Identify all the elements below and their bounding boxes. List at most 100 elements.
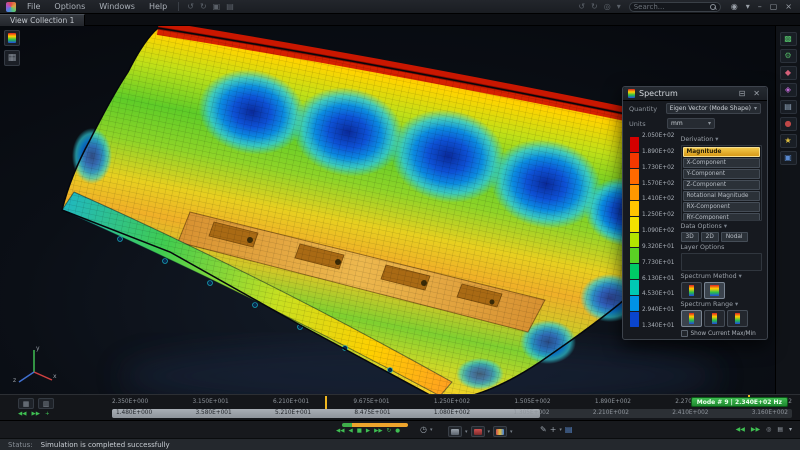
clock-icon[interactable]: ◷ <box>420 426 427 434</box>
next-mode-button[interactable]: ▶▶ <box>31 412 39 418</box>
undo-icon[interactable]: ↺ <box>187 2 194 11</box>
search-input[interactable]: Search... <box>629 2 721 12</box>
results-sphere-icon[interactable]: ● <box>780 117 797 131</box>
spectrum-range-custom-button[interactable] <box>727 310 748 327</box>
material-icon[interactable]: ◆ <box>780 66 797 80</box>
panel-pin-button[interactable]: ⊟ <box>737 89 748 98</box>
viewport-3d[interactable]: ▦ ▩⚙◆◈▤●★▣ y x z Spectrum ⊟ ✕ Quantity <box>0 26 800 394</box>
loop-button[interactable]: ↻ <box>387 429 392 435</box>
sync-icon[interactable]: ↻ <box>591 2 598 11</box>
tab-label: View Collection 1 <box>10 16 74 25</box>
target-icon[interactable]: ◎ <box>766 427 771 433</box>
list-view-icon[interactable]: ▥ <box>38 398 54 409</box>
layer-options-header[interactable]: Layer Options <box>681 244 763 251</box>
derivation-option[interactable]: RY-Component <box>683 213 761 221</box>
highlight-star-icon[interactable]: ★ <box>780 134 797 148</box>
add-icon[interactable]: + <box>550 426 557 434</box>
tick-label: 5.210E+001 <box>275 410 311 416</box>
minimize-button[interactable]: – <box>756 2 764 11</box>
tick-label: 1.890E+002 <box>595 399 631 405</box>
derivation-option[interactable]: Rotational Magnitude <box>683 191 761 201</box>
window-controls: ◉ ▾–▢× <box>729 2 794 11</box>
quantity-select[interactable]: Eigen Vector (Mode Shape) ▾ <box>666 103 761 114</box>
mini-colorbar-icon <box>712 313 717 324</box>
play-button[interactable]: ▶ <box>366 429 370 435</box>
derivation-option[interactable]: Y-Component <box>683 169 761 179</box>
add-marker-button[interactable]: + <box>45 412 50 418</box>
step-back-button[interactable]: ◀ <box>348 429 352 435</box>
data-option-button[interactable]: 2D <box>701 232 719 242</box>
sync-back-icon[interactable]: ↺ <box>578 2 585 11</box>
user-menu-icon[interactable]: ◉ <box>729 2 740 11</box>
data-option-button[interactable]: 3D <box>681 232 699 242</box>
data-options-header[interactable]: Data Options ▾ <box>681 223 763 230</box>
menu-options[interactable]: Options <box>51 2 88 11</box>
spectrum-range-fixed-button[interactable] <box>704 310 725 327</box>
spectrum-panel-header[interactable]: Spectrum ⊟ ✕ <box>623 87 767 101</box>
animation-progress-bar[interactable] <box>342 423 408 427</box>
derivation-option[interactable]: Z-Component <box>683 180 761 190</box>
keyboard-icon[interactable]: ▤ <box>565 426 573 434</box>
more-caret-icon[interactable]: ▾ <box>789 427 792 433</box>
app-logo-icon <box>6 2 16 12</box>
camera-view-icon[interactable]: ▣ <box>780 151 797 165</box>
restore-button[interactable]: ▢ <box>768 2 780 11</box>
jump-start-button[interactable]: ◀◀ <box>336 429 344 435</box>
timeline-scrubber[interactable]: 1.480E+0003.580E+0015.210E+0018.475E+001… <box>112 409 792 418</box>
grid-view-button[interactable]: ▦ <box>4 50 20 66</box>
spectrum-toggle-button[interactable] <box>4 30 20 46</box>
chevron-down-icon[interactable]: ▾ <box>488 429 491 435</box>
layout-icon[interactable]: ▤ <box>226 2 234 11</box>
derivation-option[interactable]: RX-Component <box>683 202 761 212</box>
panel-close-button[interactable]: ✕ <box>751 89 762 98</box>
menu-file[interactable]: File <box>24 2 43 11</box>
wireframe-display-button[interactable] <box>448 426 462 437</box>
stop-button[interactable]: ■ <box>357 429 362 435</box>
spectrum-range-header[interactable]: Spectrum Range ▾ <box>681 301 763 308</box>
mini-colorbar-icon <box>735 313 740 324</box>
chevron-down-icon[interactable]: ▾ <box>430 427 433 433</box>
panel-title: Spectrum <box>639 89 733 98</box>
playhead-marker[interactable] <box>325 396 327 409</box>
step-forward-button[interactable]: ▶▶ <box>374 429 382 435</box>
next-result-button[interactable]: ▶▶ <box>751 427 760 433</box>
table-view-icon[interactable]: ▦ <box>18 398 34 409</box>
dropdown-caret-icon[interactable]: ▾ <box>744 2 752 11</box>
display-mode-cluster: ▾ ▾ ▾ <box>448 426 513 437</box>
pencil-icon[interactable]: ✎ <box>540 426 547 434</box>
connections-icon[interactable]: ◈ <box>780 83 797 97</box>
spectrum-method-smooth-button[interactable] <box>681 282 702 299</box>
derivation-header[interactable]: Derivation ▾ <box>681 136 763 143</box>
settings-gear-icon[interactable]: ⚙ <box>780 49 797 63</box>
chevron-down-icon[interactable]: ▾ <box>465 429 468 435</box>
colorbar-label: 1.730E+02 <box>642 166 675 172</box>
record-button[interactable]: ● <box>395 429 400 435</box>
data-option-button[interactable]: Nodal <box>721 232 748 242</box>
mesh-cube-icon[interactable]: ▩ <box>780 32 797 46</box>
more-caret-icon[interactable]: ▾ <box>617 2 621 11</box>
menu-windows[interactable]: Windows <box>96 2 138 11</box>
annotation-cluster: ✎ + ▾ ▤ <box>540 426 572 434</box>
spectrum-method-banded-button[interactable] <box>704 282 725 299</box>
tab-view-collection[interactable]: View Collection 1 <box>0 14 85 26</box>
prev-result-button[interactable]: ◀◀ <box>736 427 745 433</box>
chevron-down-icon[interactable]: ▾ <box>559 427 562 433</box>
panel-toggle-icon[interactable]: ▤ <box>777 427 783 433</box>
close-button[interactable]: × <box>783 2 794 11</box>
derivation-option[interactable]: X-Component <box>683 158 761 168</box>
spectrum-range-auto-button[interactable] <box>681 310 702 327</box>
tick-label: 2.210E+002 <box>593 410 629 416</box>
prev-mode-button[interactable]: ◀◀ <box>18 412 26 418</box>
display-monitor-icon[interactable]: ▤ <box>780 100 797 114</box>
contour-display-button[interactable] <box>471 426 485 437</box>
units-select[interactable]: mm ▾ <box>667 118 715 129</box>
spectrum-method-header[interactable]: Spectrum Method ▾ <box>681 273 763 280</box>
show-current-max-min-checkbox[interactable] <box>681 330 688 337</box>
menu-help[interactable]: Help <box>146 2 170 11</box>
target-icon[interactable]: ◎ <box>604 2 611 11</box>
redo-icon[interactable]: ↻ <box>200 2 207 11</box>
chevron-down-icon[interactable]: ▾ <box>510 429 513 435</box>
derivation-option[interactable]: Magnitude <box>683 147 761 157</box>
panels-icon[interactable]: ▣ <box>213 2 221 11</box>
render-display-button[interactable] <box>493 426 507 437</box>
